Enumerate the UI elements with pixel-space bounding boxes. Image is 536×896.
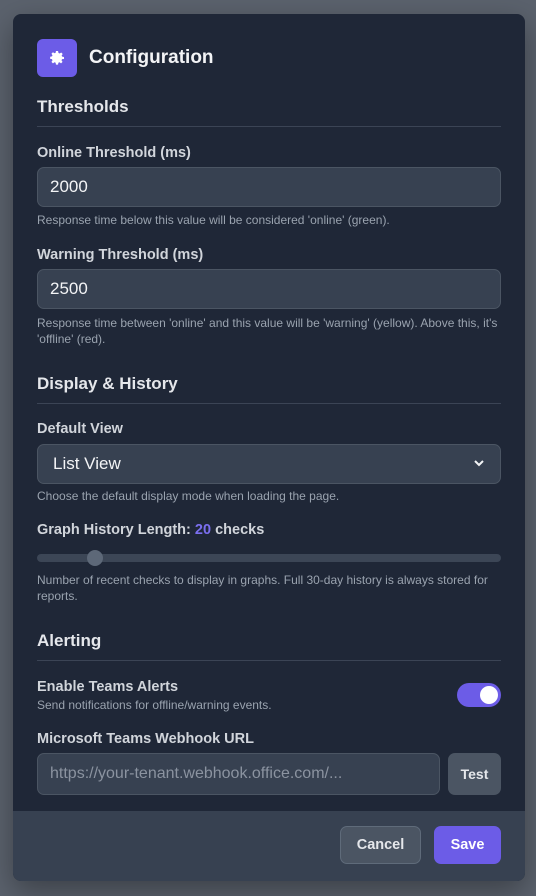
teams-alerts-toggle[interactable] [457,683,501,707]
section-title-display-history: Display & History [37,374,501,404]
modal-header: Configuration [37,39,214,77]
graph-history-help: Number of recent checks to display in gr… [37,573,488,603]
teams-alerts-label: Enable Teams Alerts [37,679,179,695]
warning-threshold-value: 2500 [50,279,88,298]
warning-threshold-label: Warning Threshold (ms) [37,247,204,263]
gear-icon [37,39,77,77]
teams-alerts-help: Send notifications for offline/warning e… [37,698,272,712]
graph-history-label-prefix: Graph History Length: [37,522,191,538]
default-view-help: Choose the default display mode when loa… [37,489,340,503]
graph-history-slider-thumb[interactable] [87,550,103,566]
online-threshold-input[interactable]: 2000 [37,167,501,207]
section-title-thresholds: Thresholds [37,97,501,127]
graph-history-label: Graph History Length: 20 checks [37,522,264,538]
graph-history-value: 20 [194,522,212,538]
modal-title: Configuration [89,47,214,68]
modal-footer: Cancel Save [13,811,525,881]
online-threshold-help: Response time below this value will be c… [37,213,390,227]
online-threshold-value: 2000 [50,177,88,196]
graph-history-slider[interactable] [37,550,501,566]
cancel-button[interactable]: Cancel [340,826,421,864]
webhook-url-label: Microsoft Teams Webhook URL [37,731,254,747]
chevron-down-icon [473,454,485,474]
configuration-modal: Configuration Thresholds Online Threshol… [13,14,525,881]
default-view-select[interactable]: List View [37,444,501,484]
default-view-label: Default View [37,421,123,437]
section-title-alerting: Alerting [37,631,501,661]
save-button[interactable]: Save [434,826,501,864]
toggle-knob [480,686,498,704]
test-webhook-button[interactable]: Test [448,753,501,795]
webhook-url-placeholder: https://your-tenant.webhook.office.com/.… [50,765,343,782]
graph-history-label-suffix: checks [215,522,265,538]
default-view-value: List View [53,454,121,473]
online-threshold-label: Online Threshold (ms) [37,145,191,161]
warning-threshold-input[interactable]: 2500 [37,269,501,309]
webhook-url-input[interactable]: https://your-tenant.webhook.office.com/.… [37,753,440,795]
warning-threshold-help: Response time between 'online' and this … [37,316,498,346]
